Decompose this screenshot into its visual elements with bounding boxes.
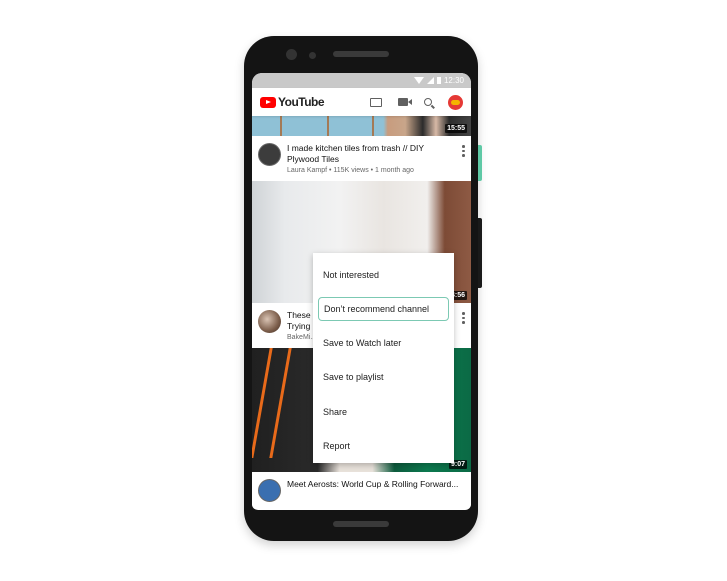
- video-meta[interactable]: Meet Aerosts: World Cup & Rolling Forwar…: [252, 472, 471, 509]
- menu-item-not-interested[interactable]: Not interested: [313, 258, 454, 292]
- status-bar: 12:30: [252, 73, 471, 88]
- thumbnail-ladder: [252, 348, 292, 458]
- tile-divider: [280, 116, 282, 136]
- youtube-play-icon: [260, 96, 276, 108]
- phone-volume-button: [478, 218, 482, 288]
- phone-power-button: [478, 145, 482, 181]
- channel-avatar[interactable]: [258, 479, 281, 502]
- video-context-menu: Not interested Don’t recommend channel S…: [313, 253, 454, 463]
- search-icon[interactable]: [424, 98, 432, 106]
- menu-item-save-to-playlist[interactable]: Save to playlist: [313, 360, 454, 394]
- youtube-logo[interactable]: YouTube: [260, 95, 325, 109]
- brand-name: YouTube: [278, 95, 325, 109]
- account-avatar[interactable]: [448, 94, 463, 110]
- signal-icon: [426, 77, 434, 84]
- tile-divider: [327, 116, 329, 136]
- earpiece-speaker: [333, 51, 389, 57]
- video-thumbnail[interactable]: 15:55: [252, 116, 471, 136]
- menu-item-report[interactable]: Report: [313, 429, 454, 463]
- video-subtitle: Laura Kampf • 115K views • 1 month ago: [287, 167, 414, 174]
- more-options-icon[interactable]: [462, 312, 465, 341]
- video-duration: 15:55: [445, 124, 467, 133]
- more-options-icon[interactable]: [462, 145, 465, 174]
- video-camera-icon[interactable]: [398, 98, 412, 106]
- proximity-sensor: [309, 52, 316, 59]
- battery-icon: [436, 77, 441, 84]
- video-meta[interactable]: I made kitchen tiles from trash // DIY P…: [252, 136, 471, 181]
- cast-icon[interactable]: [370, 97, 382, 107]
- app-bar: YouTube: [252, 88, 471, 116]
- video-title[interactable]: Meet Aerosts: World Cup & Rolling Forwar…: [287, 479, 465, 490]
- menu-item-share[interactable]: Share: [313, 395, 454, 429]
- bottom-speaker: [333, 521, 389, 527]
- front-camera: [286, 49, 297, 60]
- video-title[interactable]: I made kitchen tiles from trash // DIY P…: [287, 143, 456, 165]
- menu-item-dont-recommend-channel[interactable]: Don’t recommend channel: [318, 297, 449, 322]
- channel-avatar[interactable]: [258, 143, 281, 166]
- channel-avatar[interactable]: [258, 310, 281, 333]
- menu-item-save-watch-later[interactable]: Save to Watch later: [313, 326, 454, 360]
- wifi-icon: [413, 77, 424, 84]
- tile-divider: [372, 116, 374, 136]
- status-time: 12:30: [443, 76, 464, 85]
